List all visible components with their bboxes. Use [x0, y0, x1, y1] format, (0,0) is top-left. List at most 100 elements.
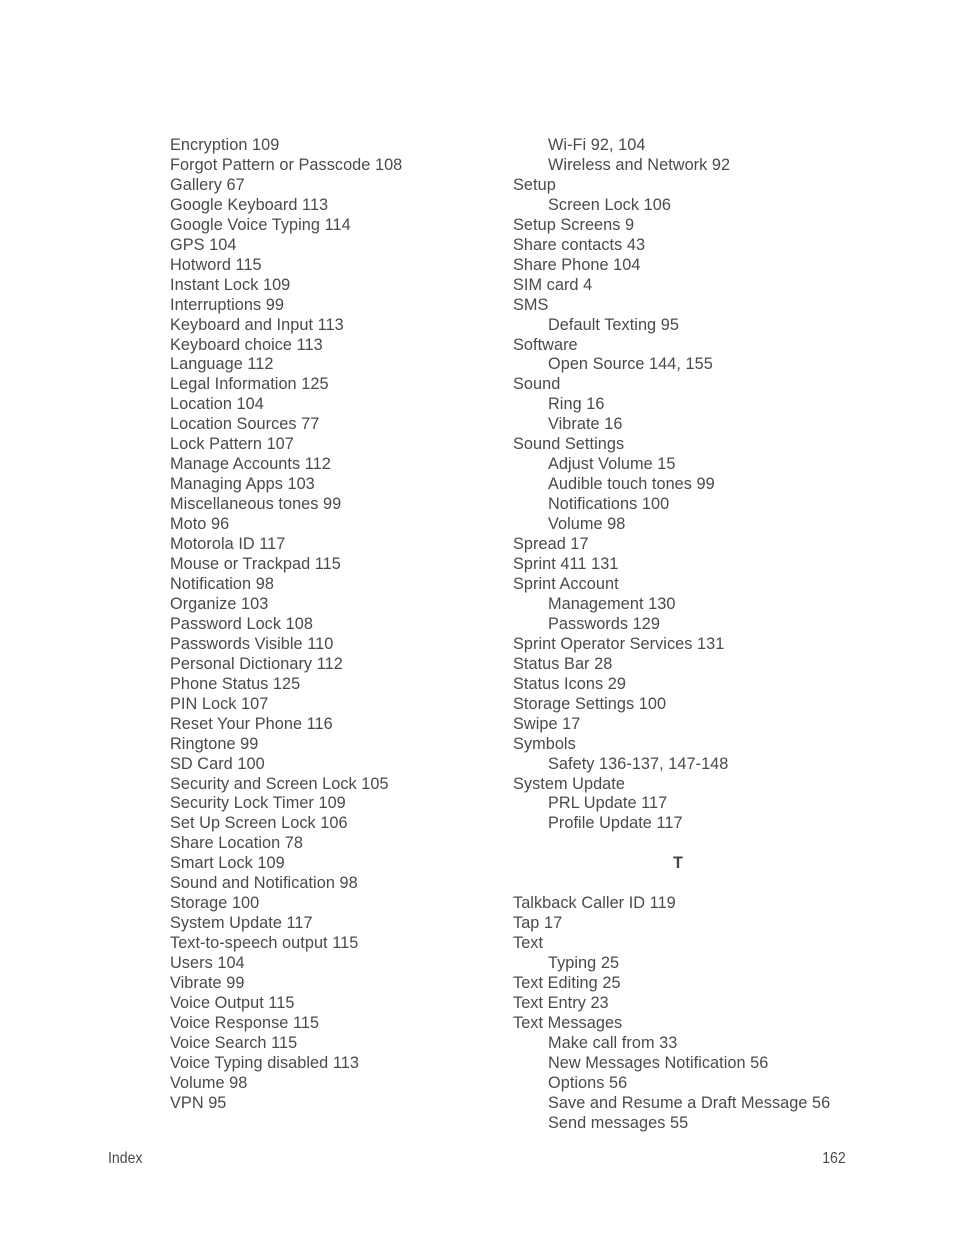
index-entry[interactable]: System Update 117 — [170, 914, 500, 934]
index-entry[interactable]: Mouse or Trackpad 115 — [170, 555, 500, 575]
index-spacer — [513, 874, 873, 894]
index-entry[interactable]: Setup Screens 9 — [513, 216, 873, 236]
index-subentry[interactable]: Ring 16 — [513, 395, 873, 415]
index-entry[interactable]: Status Bar 28 — [513, 655, 873, 675]
index-entry[interactable]: Talkback Caller ID 119 — [513, 894, 873, 914]
index-entry[interactable]: Text-to-speech output 115 — [170, 934, 500, 954]
index-entry[interactable]: GPS 104 — [170, 236, 500, 256]
index-subentry[interactable]: New Messages Notification 56 — [513, 1054, 873, 1074]
index-entry[interactable]: Managing Apps 103 — [170, 475, 500, 495]
index-entry[interactable]: Notification 98 — [170, 575, 500, 595]
index-entry[interactable]: Sprint Operator Services 131 — [513, 635, 873, 655]
index-entry[interactable]: Text Entry 23 — [513, 994, 873, 1014]
index-entry[interactable]: SMS — [513, 296, 873, 316]
index-entry[interactable]: PIN Lock 107 — [170, 695, 500, 715]
index-entry[interactable]: Sound — [513, 375, 873, 395]
index-entry[interactable]: Share Location 78 — [170, 834, 500, 854]
index-entry[interactable]: Google Keyboard 113 — [170, 196, 500, 216]
index-entry[interactable]: Language 112 — [170, 355, 500, 375]
index-entry[interactable]: SIM card 4 — [513, 276, 873, 296]
index-entry[interactable]: Text Messages — [513, 1014, 873, 1034]
index-subentry[interactable]: Open Source 144, 155 — [513, 355, 873, 375]
index-entry[interactable]: Security Lock Timer 109 — [170, 794, 500, 814]
index-entry[interactable]: System Update — [513, 775, 873, 795]
index-subentry[interactable]: Wireless and Network 92 — [513, 156, 873, 176]
index-subentry[interactable]: Wi-Fi 92, 104 — [513, 136, 873, 156]
index-entry[interactable]: Sprint Account — [513, 575, 873, 595]
index-entry[interactable]: Sound and Notification 98 — [170, 874, 500, 894]
index-entry[interactable]: Text Editing 25 — [513, 974, 873, 994]
index-page: Encryption 109 Forgot Pattern or Passcode… — [0, 0, 954, 1235]
index-entry[interactable]: Symbols — [513, 735, 873, 755]
index-subentry[interactable]: Notifications 100 — [513, 495, 873, 515]
index-entry[interactable]: Moto 96 — [170, 515, 500, 535]
index-entry[interactable]: Sprint 411 131 — [513, 555, 873, 575]
index-entry[interactable]: Google Voice Typing 114 — [170, 216, 500, 236]
index-subentry[interactable]: Save and Resume a Draft Message 56 — [513, 1094, 873, 1114]
index-entry[interactable]: Location Sources 77 — [170, 415, 500, 435]
index-entry[interactable]: Voice Response 115 — [170, 1014, 500, 1034]
index-subentry[interactable]: Audible touch tones 99 — [513, 475, 873, 495]
index-entry[interactable]: Text — [513, 934, 873, 954]
index-entry[interactable]: VPN 95 — [170, 1094, 500, 1114]
index-entry[interactable]: Password Lock 108 — [170, 615, 500, 635]
index-subentry[interactable]: Screen Lock 106 — [513, 196, 873, 216]
index-entry[interactable]: Personal Dictionary 112 — [170, 655, 500, 675]
index-entry[interactable]: Set Up Screen Lock 106 — [170, 814, 500, 834]
index-subentry[interactable]: Make call from 33 — [513, 1034, 873, 1054]
index-entry[interactable]: Phone Status 125 — [170, 675, 500, 695]
index-subentry[interactable]: Vibrate 16 — [513, 415, 873, 435]
index-subentry[interactable]: Management 130 — [513, 595, 873, 615]
index-subentry[interactable]: Volume 98 — [513, 515, 873, 535]
index-subentry[interactable]: Adjust Volume 15 — [513, 455, 873, 475]
index-subentry[interactable]: Default Texting 95 — [513, 316, 873, 336]
index-entry[interactable]: Manage Accounts 112 — [170, 455, 500, 475]
index-subentry[interactable]: PRL Update 117 — [513, 794, 873, 814]
index-entry[interactable]: Organize 103 — [170, 595, 500, 615]
index-entry[interactable]: Software — [513, 336, 873, 356]
index-entry[interactable]: Vibrate 99 — [170, 974, 500, 994]
index-entry[interactable]: Voice Typing disabled 113 — [170, 1054, 500, 1074]
index-entry[interactable]: Volume 98 — [170, 1074, 500, 1094]
index-entry[interactable]: Location 104 — [170, 395, 500, 415]
index-subentry[interactable]: Options 56 — [513, 1074, 873, 1094]
index-entry[interactable]: Motorola ID 117 — [170, 535, 500, 555]
index-entry[interactable]: Tap 17 — [513, 914, 873, 934]
index-entry[interactable]: Miscellaneous tones 99 — [170, 495, 500, 515]
index-entry[interactable]: Share contacts 43 — [513, 236, 873, 256]
index-entry[interactable]: Lock Pattern 107 — [170, 435, 500, 455]
index-entry[interactable]: Swipe 17 — [513, 715, 873, 735]
index-subentry[interactable]: Typing 25 — [513, 954, 873, 974]
index-entry[interactable]: Setup — [513, 176, 873, 196]
index-entry[interactable]: Encryption 109 — [170, 136, 500, 156]
index-entry[interactable]: Keyboard choice 113 — [170, 336, 500, 356]
index-entry[interactable]: Security and Screen Lock 105 — [170, 775, 500, 795]
index-entry[interactable]: Gallery 67 — [170, 176, 500, 196]
index-column-right: Wi-Fi 92, 104 Wireless and Network 92 Setu… — [513, 136, 873, 1134]
index-entry[interactable]: Reset Your Phone 116 — [170, 715, 500, 735]
index-entry[interactable]: Ringtone 99 — [170, 735, 500, 755]
index-entry[interactable]: Status Icons 29 — [513, 675, 873, 695]
index-subentry[interactable]: Safety 136-137, 147-148 — [513, 755, 873, 775]
index-entry[interactable]: Storage Settings 100 — [513, 695, 873, 715]
index-entry[interactable]: Users 104 — [170, 954, 500, 974]
index-entry[interactable]: Passwords Visible 110 — [170, 635, 500, 655]
index-entry[interactable]: Storage 100 — [170, 894, 500, 914]
index-subentry[interactable]: Passwords 129 — [513, 615, 873, 635]
index-subentry[interactable]: Send messages 55 — [513, 1114, 873, 1134]
index-column-left: Encryption 109 Forgot Pattern or Passcode… — [170, 136, 500, 1114]
index-entry[interactable]: Share Phone 104 — [513, 256, 873, 276]
index-entry[interactable]: Keyboard and Input 113 — [170, 316, 500, 336]
index-entry[interactable]: Instant Lock 109 — [170, 276, 500, 296]
index-entry[interactable]: Smart Lock 109 — [170, 854, 500, 874]
index-entry[interactable]: Spread 17 — [513, 535, 873, 555]
index-entry[interactable]: Sound Settings — [513, 435, 873, 455]
index-entry[interactable]: Legal Information 125 — [170, 375, 500, 395]
index-entry[interactable]: Voice Output 115 — [170, 994, 500, 1014]
index-subentry[interactable]: Profile Update 117 — [513, 814, 873, 834]
index-entry[interactable]: Forgot Pattern or Passcode 108 — [170, 156, 500, 176]
index-entry[interactable]: Voice Search 115 — [170, 1034, 500, 1054]
index-entry[interactable]: Hotword 115 — [170, 256, 500, 276]
index-entry[interactable]: SD Card 100 — [170, 755, 500, 775]
index-entry[interactable]: Interruptions 99 — [170, 296, 500, 316]
